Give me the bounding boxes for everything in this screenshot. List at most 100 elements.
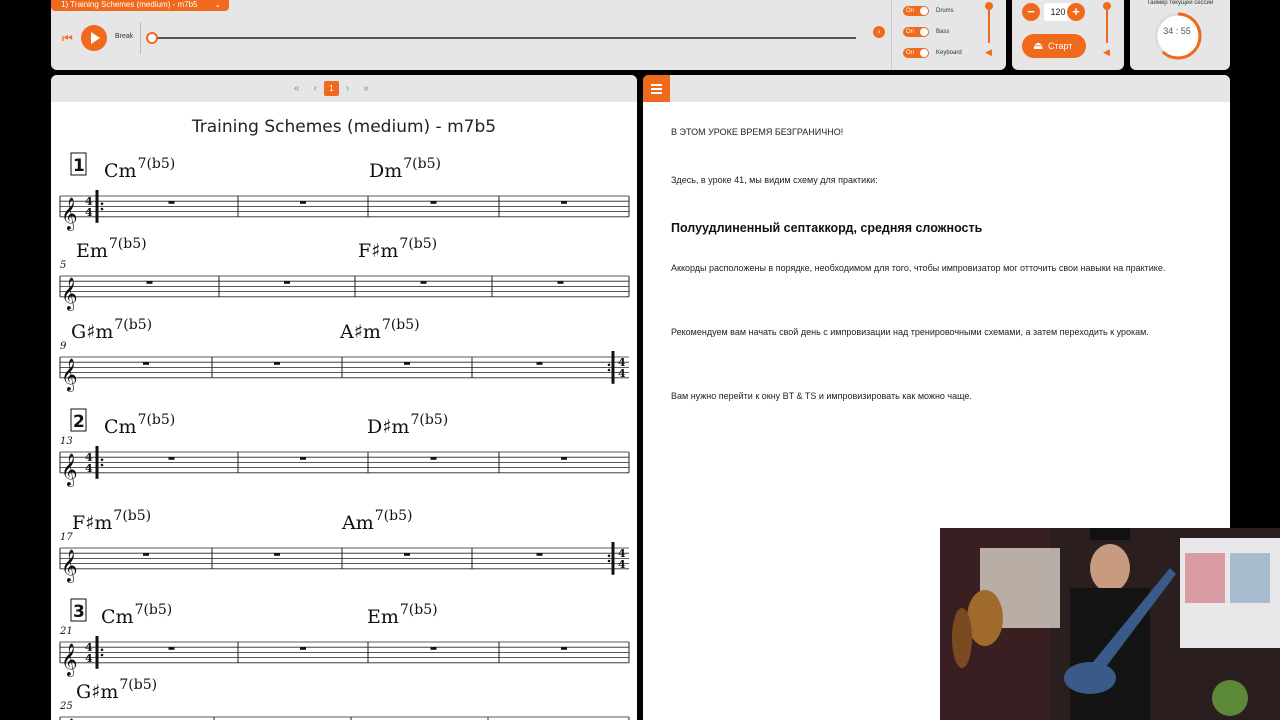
- chord-root: G♯m: [71, 321, 113, 343]
- drums-label: Drums: [936, 8, 954, 14]
- chord-extension: 7(b5): [400, 602, 438, 618]
- measure-number: 5: [60, 260, 66, 271]
- lesson-paragraph: Рекомендуем вам начать свой день с импро…: [671, 327, 1149, 337]
- repeat-dot: [100, 202, 104, 206]
- lesson-paragraph: В ЭТОМ УРОКЕ ВРЕМЯ БЕЗГРАНИЧНО!: [671, 127, 844, 137]
- app-root: 1) Training Schemes (medium) - m7b5 ⌄ ⏮ …: [0, 0, 1280, 720]
- chord-extension: 7(b5): [382, 317, 420, 333]
- track-selector[interactable]: 1) Training Schemes (medium) - m7b5 ⌄: [51, 0, 229, 11]
- whole-rest: [284, 281, 290, 284]
- chord-root: F♯m: [72, 512, 112, 534]
- treble-clef-icon: 𝄞: [61, 197, 78, 231]
- whole-rest: [430, 647, 437, 650]
- whole-rest: [420, 281, 427, 284]
- tempo-panel: − 120 + ⏏ Старт ◀: [1012, 0, 1124, 70]
- progress-track[interactable]: [148, 37, 856, 39]
- session-timer-panel: Таймер текущей сессии 34 : 55: [1130, 0, 1230, 70]
- whole-rest: [300, 201, 306, 204]
- whole-rest: [561, 647, 567, 650]
- repeat-dot: [607, 559, 611, 563]
- repeat-dot: [100, 207, 104, 211]
- chord-extension: 7(b5): [403, 156, 441, 172]
- whole-rest: [300, 647, 306, 650]
- whole-rest: [146, 281, 153, 284]
- chord-root: Em: [367, 606, 399, 628]
- chord-extension: 7(b5): [375, 508, 413, 524]
- progress-handle[interactable]: [146, 32, 158, 44]
- chord-root: Am: [341, 512, 374, 534]
- timer-ring: [1154, 12, 1202, 60]
- divider: [891, 0, 892, 70]
- webcam-video: [940, 528, 1280, 720]
- bass-toggle-row: On Bass: [903, 27, 949, 37]
- lesson-paragraph: Здесь, в уроке 41, мы видим схему для пр…: [671, 175, 878, 185]
- start-label: Старт: [1048, 41, 1073, 51]
- measure-number: 21: [59, 626, 73, 637]
- whole-rest: [430, 201, 437, 204]
- play-button[interactable]: [81, 25, 107, 51]
- sheet-music: 𝄞 441 Cm 7(b5) Dm 7(b5)𝄞5Em 7(b5) F♯m 7(b5)𝄞 449G…: [59, 152, 630, 720]
- skip-back-icon[interactable]: ⏮: [62, 31, 73, 45]
- whole-rest: [561, 201, 567, 204]
- chord-extension: 7(b5): [114, 317, 152, 333]
- rehearsal-mark: 2: [73, 412, 85, 432]
- measure-number: 13: [60, 436, 73, 447]
- measure-number: 25: [59, 701, 73, 712]
- treble-clef-icon: 𝄞: [61, 453, 78, 487]
- repeat-dot: [100, 458, 104, 462]
- score-panel: « ‹ 1 › » Training Schemes (medium) - m7…: [51, 75, 637, 720]
- mix-volume-handle[interactable]: [985, 2, 993, 10]
- mix-volume-slider[interactable]: [988, 5, 990, 43]
- rehearsal-mark: 3: [73, 602, 85, 622]
- chord-extension: 7(b5): [138, 412, 176, 428]
- chord-extension: 7(b5): [109, 236, 147, 252]
- tempo-increase-button[interactable]: +: [1067, 3, 1085, 21]
- speaker-icon[interactable]: ◀: [985, 48, 992, 57]
- whole-rest: [274, 553, 280, 556]
- next-icon[interactable]: ›: [873, 26, 885, 38]
- time-signature: 4: [85, 652, 93, 665]
- whole-rest: [561, 457, 567, 460]
- bass-label: Bass: [936, 29, 950, 35]
- speaker-icon[interactable]: ◀: [1103, 48, 1110, 57]
- chord-extension: 7(b5): [399, 236, 437, 252]
- whole-rest: [430, 457, 437, 460]
- repeat-dot: [100, 653, 104, 657]
- treble-clef-icon: 𝄞: [61, 643, 78, 677]
- chord-root: A♯m: [339, 321, 381, 343]
- keyboard-label: Keyboard: [936, 50, 962, 56]
- chord-root: Cm: [101, 606, 134, 628]
- tempo-decrease-button[interactable]: −: [1022, 3, 1040, 21]
- chord-root: G♯m: [76, 681, 118, 703]
- timer-label: Таймер текущей сессии: [1146, 0, 1214, 6]
- metronome-volume-slider[interactable]: [1106, 5, 1108, 43]
- menu-button[interactable]: [643, 75, 670, 102]
- treble-clef-icon: 𝄞: [61, 549, 78, 583]
- keyboard-toggle[interactable]: On: [903, 48, 929, 58]
- time-signature: 4: [85, 462, 93, 475]
- rehearsal-mark: 1: [73, 156, 85, 176]
- chord-extension: 7(b5): [119, 677, 157, 693]
- drums-toggle[interactable]: On: [903, 6, 929, 16]
- treble-clef-icon: 𝄞: [61, 358, 78, 392]
- bass-toggle[interactable]: On: [903, 27, 929, 37]
- whole-rest: [536, 553, 543, 556]
- whole-rest: [404, 362, 410, 365]
- repeat-dot: [100, 463, 104, 467]
- chord-root: D♯m: [367, 416, 409, 438]
- chord-root: Cm: [104, 416, 137, 438]
- whole-rest: [168, 457, 175, 460]
- chord-extension: 7(b5): [135, 602, 173, 618]
- whole-rest: [143, 553, 149, 556]
- whole-rest: [168, 201, 175, 204]
- chord-root: Cm: [104, 160, 137, 182]
- lesson-heading: Полуудлиненный септаккорд, средняя сложн…: [671, 221, 983, 235]
- metronome-volume-handle[interactable]: [1103, 2, 1111, 10]
- drums-toggle-row: On Drums: [903, 6, 954, 16]
- whole-rest: [557, 281, 564, 284]
- chord-extension: 7(b5): [138, 156, 176, 172]
- time-signature: 4: [85, 206, 93, 219]
- start-button[interactable]: ⏏ Старт: [1022, 34, 1086, 58]
- measure-number: 9: [60, 341, 67, 352]
- whole-rest: [143, 362, 149, 365]
